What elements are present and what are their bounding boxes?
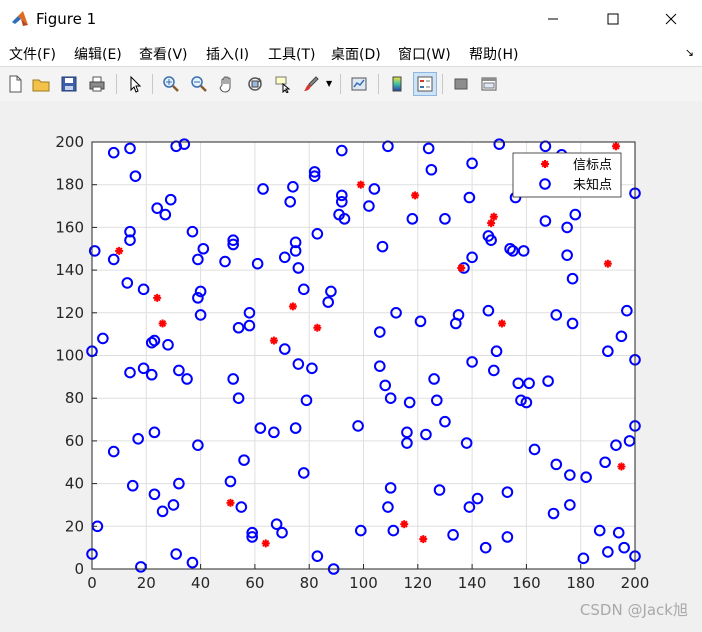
menu-desktop[interactable]: 桌面(D): [331, 44, 381, 64]
x-tick-label: 120: [403, 574, 432, 592]
beacon-point: [313, 323, 322, 332]
zoom-out-icon[interactable]: [188, 73, 210, 95]
beacon-point: [261, 539, 270, 548]
beacon-point: [226, 498, 235, 507]
legend-label: 未知点: [573, 177, 612, 193]
y-tick-label: 120: [55, 304, 84, 322]
beacon-point: [617, 462, 626, 471]
dock-arrow-icon[interactable]: ↘: [685, 46, 694, 59]
beacon-point: [497, 319, 506, 328]
x-tick-label: 140: [458, 574, 487, 592]
menu-window[interactable]: 窗口(W): [398, 44, 451, 64]
beacon-point: [356, 180, 365, 189]
save-icon[interactable]: [58, 73, 80, 95]
menu-file[interactable]: 文件(F): [9, 44, 56, 64]
menu-help[interactable]: 帮助(H): [469, 44, 518, 64]
title-bar: Figure 1: [0, 0, 702, 38]
beacon-point: [400, 520, 409, 529]
x-tick-label: 180: [566, 574, 595, 592]
y-tick-label: 0: [74, 560, 84, 578]
y-tick-label: 200: [55, 133, 84, 151]
minimize-button[interactable]: [530, 0, 576, 38]
x-tick-label: 160: [512, 574, 541, 592]
beacon-point: [603, 259, 612, 268]
legend-label: 信标点: [573, 158, 612, 173]
x-tick-label: 100: [349, 574, 378, 592]
y-tick-label: 80: [65, 389, 84, 407]
beacon-point: [158, 319, 167, 328]
colorbar-icon[interactable]: [386, 73, 408, 95]
menu-edit[interactable]: 编辑(E): [74, 44, 122, 64]
y-tick-label: 180: [55, 176, 84, 194]
beacon-point: [269, 336, 278, 345]
hide-plot-tools-icon[interactable]: [450, 73, 472, 95]
pointer-icon[interactable]: [124, 73, 146, 95]
x-tick-label: 20: [137, 574, 156, 592]
menu-bar: 文件(F) 编辑(E) 查看(V) 插入(I) 工具(T) 桌面(D) 窗口(W…: [0, 38, 702, 66]
beacon-point: [457, 263, 466, 272]
toolbar: ▼: [0, 66, 702, 102]
data-cursor-icon[interactable]: [272, 73, 294, 95]
new-file-icon[interactable]: [4, 73, 26, 95]
beacon-point: [489, 212, 498, 221]
brush-dropdown-icon[interactable]: ▼: [326, 79, 332, 88]
y-tick-label: 20: [65, 517, 84, 535]
brush-icon[interactable]: [300, 73, 322, 95]
watermark: CSDN @Jack旭: [579, 601, 688, 619]
beacon-point: [153, 293, 162, 302]
beacon-point: [115, 246, 124, 255]
x-tick-label: 0: [87, 574, 97, 592]
scatter-chart[interactable]: 0 20 40 60 80 100 120 140 160 180 200 0 20 40 60 80 100 1…: [0, 101, 702, 628]
link-plot-icon[interactable]: [348, 73, 370, 95]
matlab-logo-icon: [11, 10, 29, 32]
menu-insert[interactable]: 插入(I): [206, 44, 249, 64]
show-plot-tools-icon[interactable]: [478, 73, 500, 95]
beacon-point: [288, 302, 297, 311]
y-tick-label: 140: [55, 261, 84, 279]
menu-tools[interactable]: 工具(T): [268, 44, 315, 64]
open-file-icon[interactable]: [30, 73, 52, 95]
beacon-point: [419, 535, 428, 544]
print-icon[interactable]: [86, 73, 108, 95]
menu-view[interactable]: 查看(V): [139, 44, 188, 64]
x-tick-label: 60: [245, 574, 264, 592]
legend[interactable]: 信标点未知点: [512, 152, 622, 198]
y-tick-label: 100: [55, 347, 84, 365]
beacon-point: [411, 191, 420, 200]
window-title: Figure 1: [36, 10, 97, 28]
rotate-3d-icon[interactable]: [244, 73, 266, 95]
legend-icon[interactable]: [413, 72, 437, 96]
x-tick-label: 80: [300, 574, 319, 592]
close-button[interactable]: [648, 0, 694, 38]
x-tick-label: 200: [621, 574, 650, 592]
y-tick-label: 40: [65, 475, 84, 493]
figure-area: 0 20 40 60 80 100 120 140 160 180 200 0 20 40 60 80 100 1…: [0, 101, 702, 628]
zoom-in-icon[interactable]: [160, 73, 182, 95]
legend-marker-beacon: [541, 160, 549, 168]
maximize-button[interactable]: [590, 0, 636, 38]
beacon-point: [611, 142, 620, 151]
x-tick-label: 40: [191, 574, 210, 592]
pan-icon[interactable]: [216, 73, 238, 95]
y-tick-label: 160: [55, 218, 84, 236]
y-tick-label: 60: [65, 432, 84, 450]
